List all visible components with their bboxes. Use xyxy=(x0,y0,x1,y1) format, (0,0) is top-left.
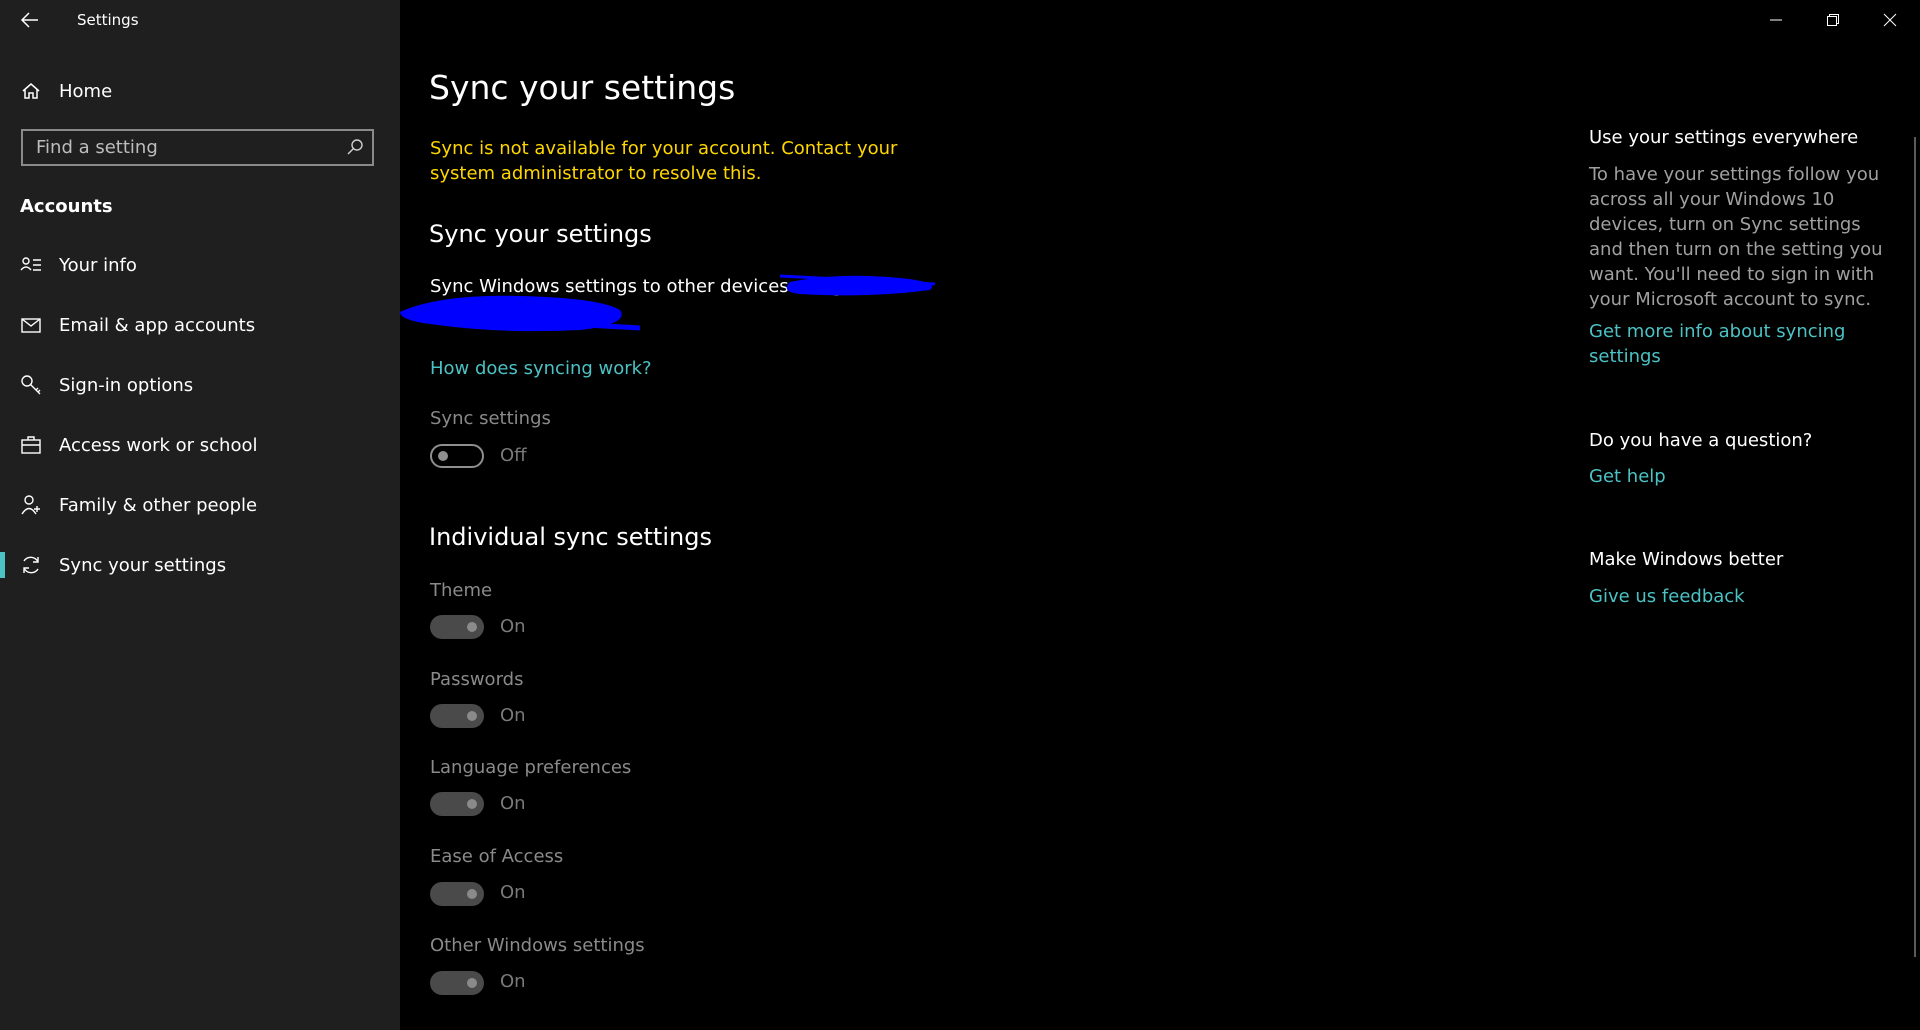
sync-settings-toggle[interactable] xyxy=(430,444,484,468)
theme-toggle[interactable] xyxy=(430,615,484,639)
section-heading-accounts: Accounts xyxy=(20,196,113,217)
ease-of-access-state: On xyxy=(500,882,526,903)
sidebar-item-label: Your info xyxy=(59,254,137,276)
aside-heading-question: Do you have a question? xyxy=(1589,430,1813,451)
sync-settings-label: Sync settings xyxy=(430,408,551,429)
sidebar-item-family[interactable]: Family & other people xyxy=(0,480,400,530)
toggle-knob xyxy=(467,799,477,809)
sidebar-item-sign-in[interactable]: Sign-in options xyxy=(0,360,400,410)
sync-warning: Sync is not available for your account. … xyxy=(430,138,898,184)
sidebar-item-label: Email & app accounts xyxy=(59,314,256,336)
other-windows-state: On xyxy=(500,971,526,992)
passwords-toggle[interactable] xyxy=(430,704,484,728)
minimize-button[interactable] xyxy=(1748,0,1804,40)
theme-label: Theme xyxy=(430,580,493,601)
back-arrow-icon xyxy=(20,12,38,28)
title-bar: Settings xyxy=(0,0,400,40)
toggle-knob xyxy=(467,978,477,988)
section-title-sync: Sync your settings xyxy=(429,220,652,248)
sidebar-item-label: Sign-in options xyxy=(59,374,194,396)
restore-button[interactable] xyxy=(1805,0,1861,40)
theme-state: On xyxy=(500,616,526,637)
more-info-link[interactable]: Get more info about syncing settings xyxy=(1589,319,1889,369)
scrollbar[interactable] xyxy=(1914,137,1916,957)
nav-home[interactable]: Home xyxy=(0,66,400,116)
sidebar-item-label: Family & other people xyxy=(59,494,258,516)
nav-home-label: Home xyxy=(59,80,113,102)
toggle-knob xyxy=(467,711,477,721)
section-title-individual: Individual sync settings xyxy=(429,523,712,551)
other-windows-label: Other Windows settings xyxy=(430,935,645,956)
get-help-link[interactable]: Get help xyxy=(1589,464,1889,489)
search-icon[interactable] xyxy=(346,138,364,156)
toggle-knob xyxy=(438,451,448,461)
briefcase-icon xyxy=(21,436,41,454)
page-title: Sync your settings xyxy=(429,68,736,107)
aside-heading-better: Make Windows better xyxy=(1589,549,1784,570)
search-input[interactable] xyxy=(23,131,336,164)
language-state: On xyxy=(500,793,526,814)
mail-icon xyxy=(21,318,41,333)
sync-icon xyxy=(23,556,39,574)
aside-body-everywhere: To have your settings follow you across … xyxy=(1589,164,1883,310)
how-syncing-works-link[interactable]: How does syncing work? xyxy=(430,358,652,379)
close-button[interactable] xyxy=(1862,0,1918,40)
ease-of-access-label: Ease of Access xyxy=(430,846,564,867)
sidebar-item-label: Access work or school xyxy=(59,434,258,456)
search-box[interactable] xyxy=(21,129,374,166)
redaction-scribble xyxy=(400,274,936,332)
close-icon xyxy=(1883,13,1897,27)
ease-of-access-toggle[interactable] xyxy=(430,882,484,906)
aside-heading-everywhere: Use your settings everywhere xyxy=(1589,127,1859,148)
language-toggle[interactable] xyxy=(430,792,484,816)
language-label: Language preferences xyxy=(430,757,632,778)
sidebar: Settings Home Accounts Your info Email &… xyxy=(0,0,400,1030)
sidebar-item-label: Sync your settings xyxy=(59,554,227,576)
person-add-icon xyxy=(21,495,40,515)
other-windows-toggle[interactable] xyxy=(430,971,484,995)
passwords-label: Passwords xyxy=(430,669,524,690)
sidebar-item-email[interactable]: Email & app accounts xyxy=(0,300,400,350)
restore-icon xyxy=(1827,14,1839,26)
sidebar-item-work-school[interactable]: Access work or school xyxy=(0,420,400,470)
minimize-icon xyxy=(1770,19,1782,21)
key-icon xyxy=(21,375,41,395)
feedback-link[interactable]: Give us feedback xyxy=(1589,584,1889,609)
home-icon xyxy=(22,83,40,99)
sidebar-item-your-info[interactable]: Your info xyxy=(0,240,400,290)
sync-settings-state: Off xyxy=(500,445,527,466)
passwords-state: On xyxy=(500,705,526,726)
back-button[interactable] xyxy=(18,9,42,31)
sidebar-item-sync[interactable]: Sync your settings xyxy=(0,540,400,590)
app-title: Settings xyxy=(77,11,139,29)
toggle-knob xyxy=(467,889,477,899)
toggle-knob xyxy=(467,622,477,632)
person-list-icon xyxy=(20,257,41,271)
